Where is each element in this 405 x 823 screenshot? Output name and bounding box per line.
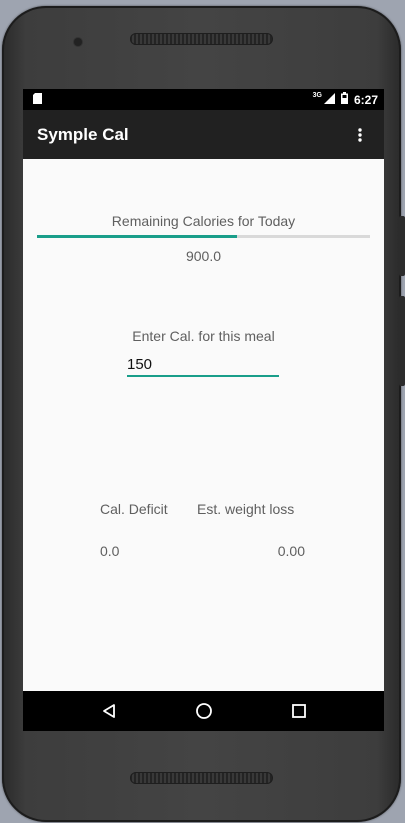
remaining-calories-value: 900.0 bbox=[185, 248, 222, 264]
weight-loss-value: 0.00 bbox=[277, 543, 305, 559]
recents-icon[interactable] bbox=[279, 691, 319, 731]
meal-calories-input[interactable] bbox=[127, 353, 279, 377]
calorie-deficit-label: Cal. Deficit bbox=[100, 501, 168, 517]
app-bar: Symple Cal bbox=[23, 110, 384, 159]
battery-icon bbox=[340, 92, 348, 107]
calorie-deficit-value: 0.0 bbox=[100, 543, 120, 559]
progress-fill bbox=[37, 235, 237, 238]
back-icon[interactable] bbox=[89, 691, 129, 731]
phone-frame: 3G 6:27 Symple Cal Remaining Calories fo… bbox=[2, 6, 405, 822]
weight-loss-label: Est. weight loss bbox=[197, 501, 295, 517]
signal-icon bbox=[323, 92, 335, 107]
home-icon[interactable] bbox=[184, 691, 224, 731]
network-type-label: 3G bbox=[312, 92, 322, 99]
power-button bbox=[399, 216, 405, 276]
main-content: Remaining Calories for Today 900.0 Enter… bbox=[23, 159, 384, 691]
volume-button bbox=[399, 296, 405, 386]
bottom-speaker bbox=[130, 772, 273, 784]
overflow-menu-icon[interactable] bbox=[350, 123, 370, 147]
sd-card-icon bbox=[33, 92, 42, 107]
clock: 6:27 bbox=[353, 92, 378, 107]
top-speaker bbox=[130, 33, 273, 45]
status-right: 3G 6:27 bbox=[313, 92, 378, 107]
remaining-calories-progress bbox=[37, 235, 370, 238]
front-camera bbox=[74, 38, 82, 46]
status-bar: 3G 6:27 bbox=[23, 89, 384, 110]
navigation-bar bbox=[23, 691, 384, 731]
screen: 3G 6:27 Symple Cal Remaining Calories fo… bbox=[23, 89, 384, 731]
app-title: Symple Cal bbox=[37, 124, 129, 144]
enter-calories-label: Enter Cal. for this meal bbox=[132, 328, 275, 344]
remaining-calories-label: Remaining Calories for Today bbox=[111, 213, 296, 229]
